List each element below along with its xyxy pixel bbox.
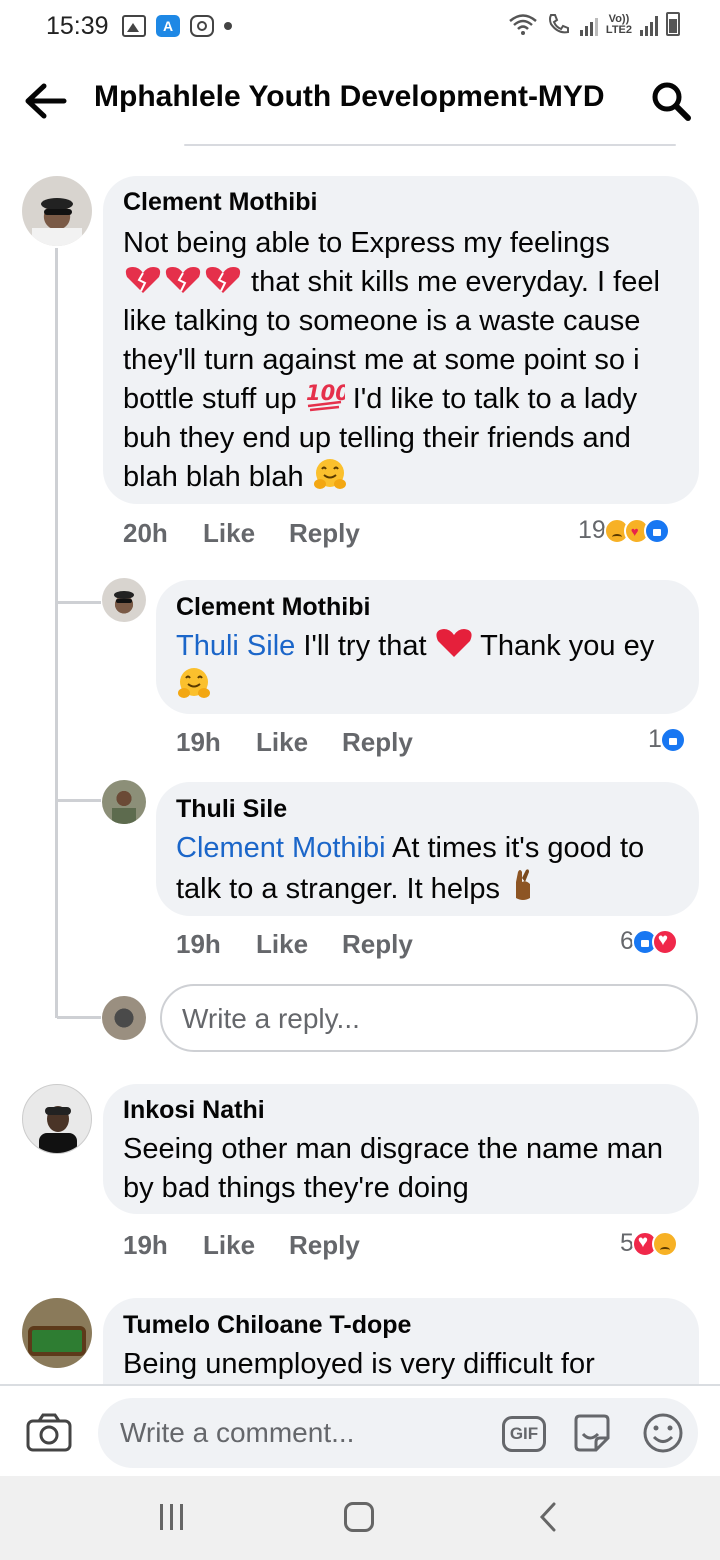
reply-input[interactable]: Write a reply... xyxy=(160,984,698,1052)
emoji-icon[interactable] xyxy=(642,1412,684,1454)
thread-branch xyxy=(57,799,101,802)
hundred-points-emoji-icon: 100 xyxy=(306,381,345,412)
thread-branch xyxy=(57,601,101,604)
reaction-summary[interactable]: 19 xyxy=(578,516,670,545)
comment-author[interactable]: Clement Mothibi xyxy=(123,188,317,217)
comment-composer: Write a comment... GIF xyxy=(0,1384,720,1476)
more-notifications-dot-icon xyxy=(224,22,232,30)
reply-button[interactable]: Reply xyxy=(342,929,413,960)
signal-1-icon xyxy=(579,12,598,36)
comment-author[interactable]: Thuli Sile xyxy=(176,795,287,824)
comment-time: 19h xyxy=(176,727,221,757)
comment-text: Being unemployed is very difficult for xyxy=(123,1348,595,1380)
comment-author[interactable]: Tumelo Chiloane T-dope xyxy=(123,1311,411,1340)
search-icon[interactable] xyxy=(650,80,692,122)
home-icon[interactable] xyxy=(344,1502,374,1532)
signal-2-icon xyxy=(640,12,658,36)
notification-icons: A xyxy=(122,15,232,37)
recent-apps-icon[interactable] xyxy=(158,1504,188,1532)
like-button[interactable]: Like xyxy=(203,518,255,549)
comment-input-placeholder: Write a comment... xyxy=(120,1417,355,1448)
comment-text: Seeing other man disgrace the name man b… xyxy=(123,1133,664,1204)
comment-text: Clement Mothibi At times it's good to ta… xyxy=(176,832,645,905)
reaction-count: 19 xyxy=(578,516,606,544)
system-navigation-bar xyxy=(0,1476,720,1560)
like-reaction-icon xyxy=(659,726,686,753)
reaction-summary[interactable]: 5 xyxy=(620,1229,678,1258)
back-arrow-icon[interactable] xyxy=(22,78,70,124)
avatar-image xyxy=(114,591,134,603)
comment-input[interactable]: Write a comment... GIF xyxy=(98,1398,698,1468)
thread-branch xyxy=(57,1016,101,1019)
hugging-face-emoji-icon xyxy=(178,668,210,698)
avatar[interactable] xyxy=(102,578,146,622)
hugging-face-emoji-icon xyxy=(313,459,346,489)
comment-text: Not being able to Express my feelings th… xyxy=(123,227,660,493)
instagram-icon xyxy=(190,15,214,37)
red-heart-emoji-icon xyxy=(436,629,472,657)
comment-actions: 19h Like Reply xyxy=(176,929,696,961)
like-button[interactable]: Like xyxy=(256,727,308,758)
avatar-image xyxy=(39,1106,77,1153)
avatar-image xyxy=(32,198,82,246)
crossed-fingers-emoji-icon xyxy=(516,869,531,900)
love-reaction-icon xyxy=(651,928,678,955)
sticker-icon[interactable] xyxy=(570,1412,614,1456)
page-title: Mphahlele Youth Development-MYD xyxy=(94,80,605,113)
comment-time: 19h xyxy=(123,1230,168,1260)
divider xyxy=(184,144,676,146)
like-reaction-icon xyxy=(643,517,670,544)
page-header: Mphahlele Youth Development-MYD xyxy=(0,56,720,146)
like-button[interactable]: Like xyxy=(203,1230,255,1261)
reaction-summary[interactable]: 1 xyxy=(648,725,686,754)
gif-button[interactable]: GIF xyxy=(502,1416,546,1452)
call-icon xyxy=(548,14,569,34)
gallery-icon xyxy=(122,15,146,37)
comment-actions: 19h Like Reply xyxy=(123,1230,699,1262)
broken-heart-emoji-icon xyxy=(125,267,161,293)
avatar-image xyxy=(28,1326,86,1356)
battery-icon xyxy=(666,12,680,36)
mention-link[interactable]: Clement Mothibi xyxy=(176,832,386,864)
avatar[interactable] xyxy=(22,1298,92,1368)
avatar[interactable] xyxy=(102,780,146,824)
avatar[interactable] xyxy=(22,176,92,246)
comment-actions: 19h Like Reply xyxy=(176,727,696,759)
avatar-image xyxy=(112,808,136,824)
status-bar: 15:39 A Vo)) LTE2 xyxy=(0,0,720,56)
reply-button[interactable]: Reply xyxy=(289,518,360,549)
avatar[interactable] xyxy=(22,1084,92,1154)
like-button[interactable]: Like xyxy=(256,929,308,960)
system-icons: Vo)) LTE2 xyxy=(508,12,680,36)
broken-heart-emoji-icon xyxy=(205,267,241,293)
current-user-avatar xyxy=(102,996,146,1040)
comment-time: 19h xyxy=(176,929,221,959)
reaction-summary[interactable]: 6 xyxy=(620,927,678,956)
status-time: 15:39 xyxy=(46,12,109,40)
comment-time: 20h xyxy=(123,518,168,548)
thread-line xyxy=(55,248,58,1018)
comment-author[interactable]: Clement Mothibi xyxy=(176,593,370,622)
volte-lte-label: Vo)) LTE2 xyxy=(605,13,632,36)
reply-button[interactable]: Reply xyxy=(342,727,413,758)
comment-text: Thuli Sile I'll try that Thank you ey xyxy=(176,626,686,706)
comment-author[interactable]: Inkosi Nathi xyxy=(123,1096,265,1125)
camera-icon[interactable] xyxy=(26,1412,72,1452)
mention-link[interactable]: Thuli Sile xyxy=(176,630,295,662)
back-icon[interactable] xyxy=(536,1500,560,1534)
sad-reaction-icon xyxy=(651,1230,678,1257)
wifi-icon xyxy=(509,14,537,35)
reply-button[interactable]: Reply xyxy=(289,1230,360,1261)
app-notification-icon: A xyxy=(156,15,180,37)
broken-heart-emoji-icon xyxy=(165,267,201,293)
